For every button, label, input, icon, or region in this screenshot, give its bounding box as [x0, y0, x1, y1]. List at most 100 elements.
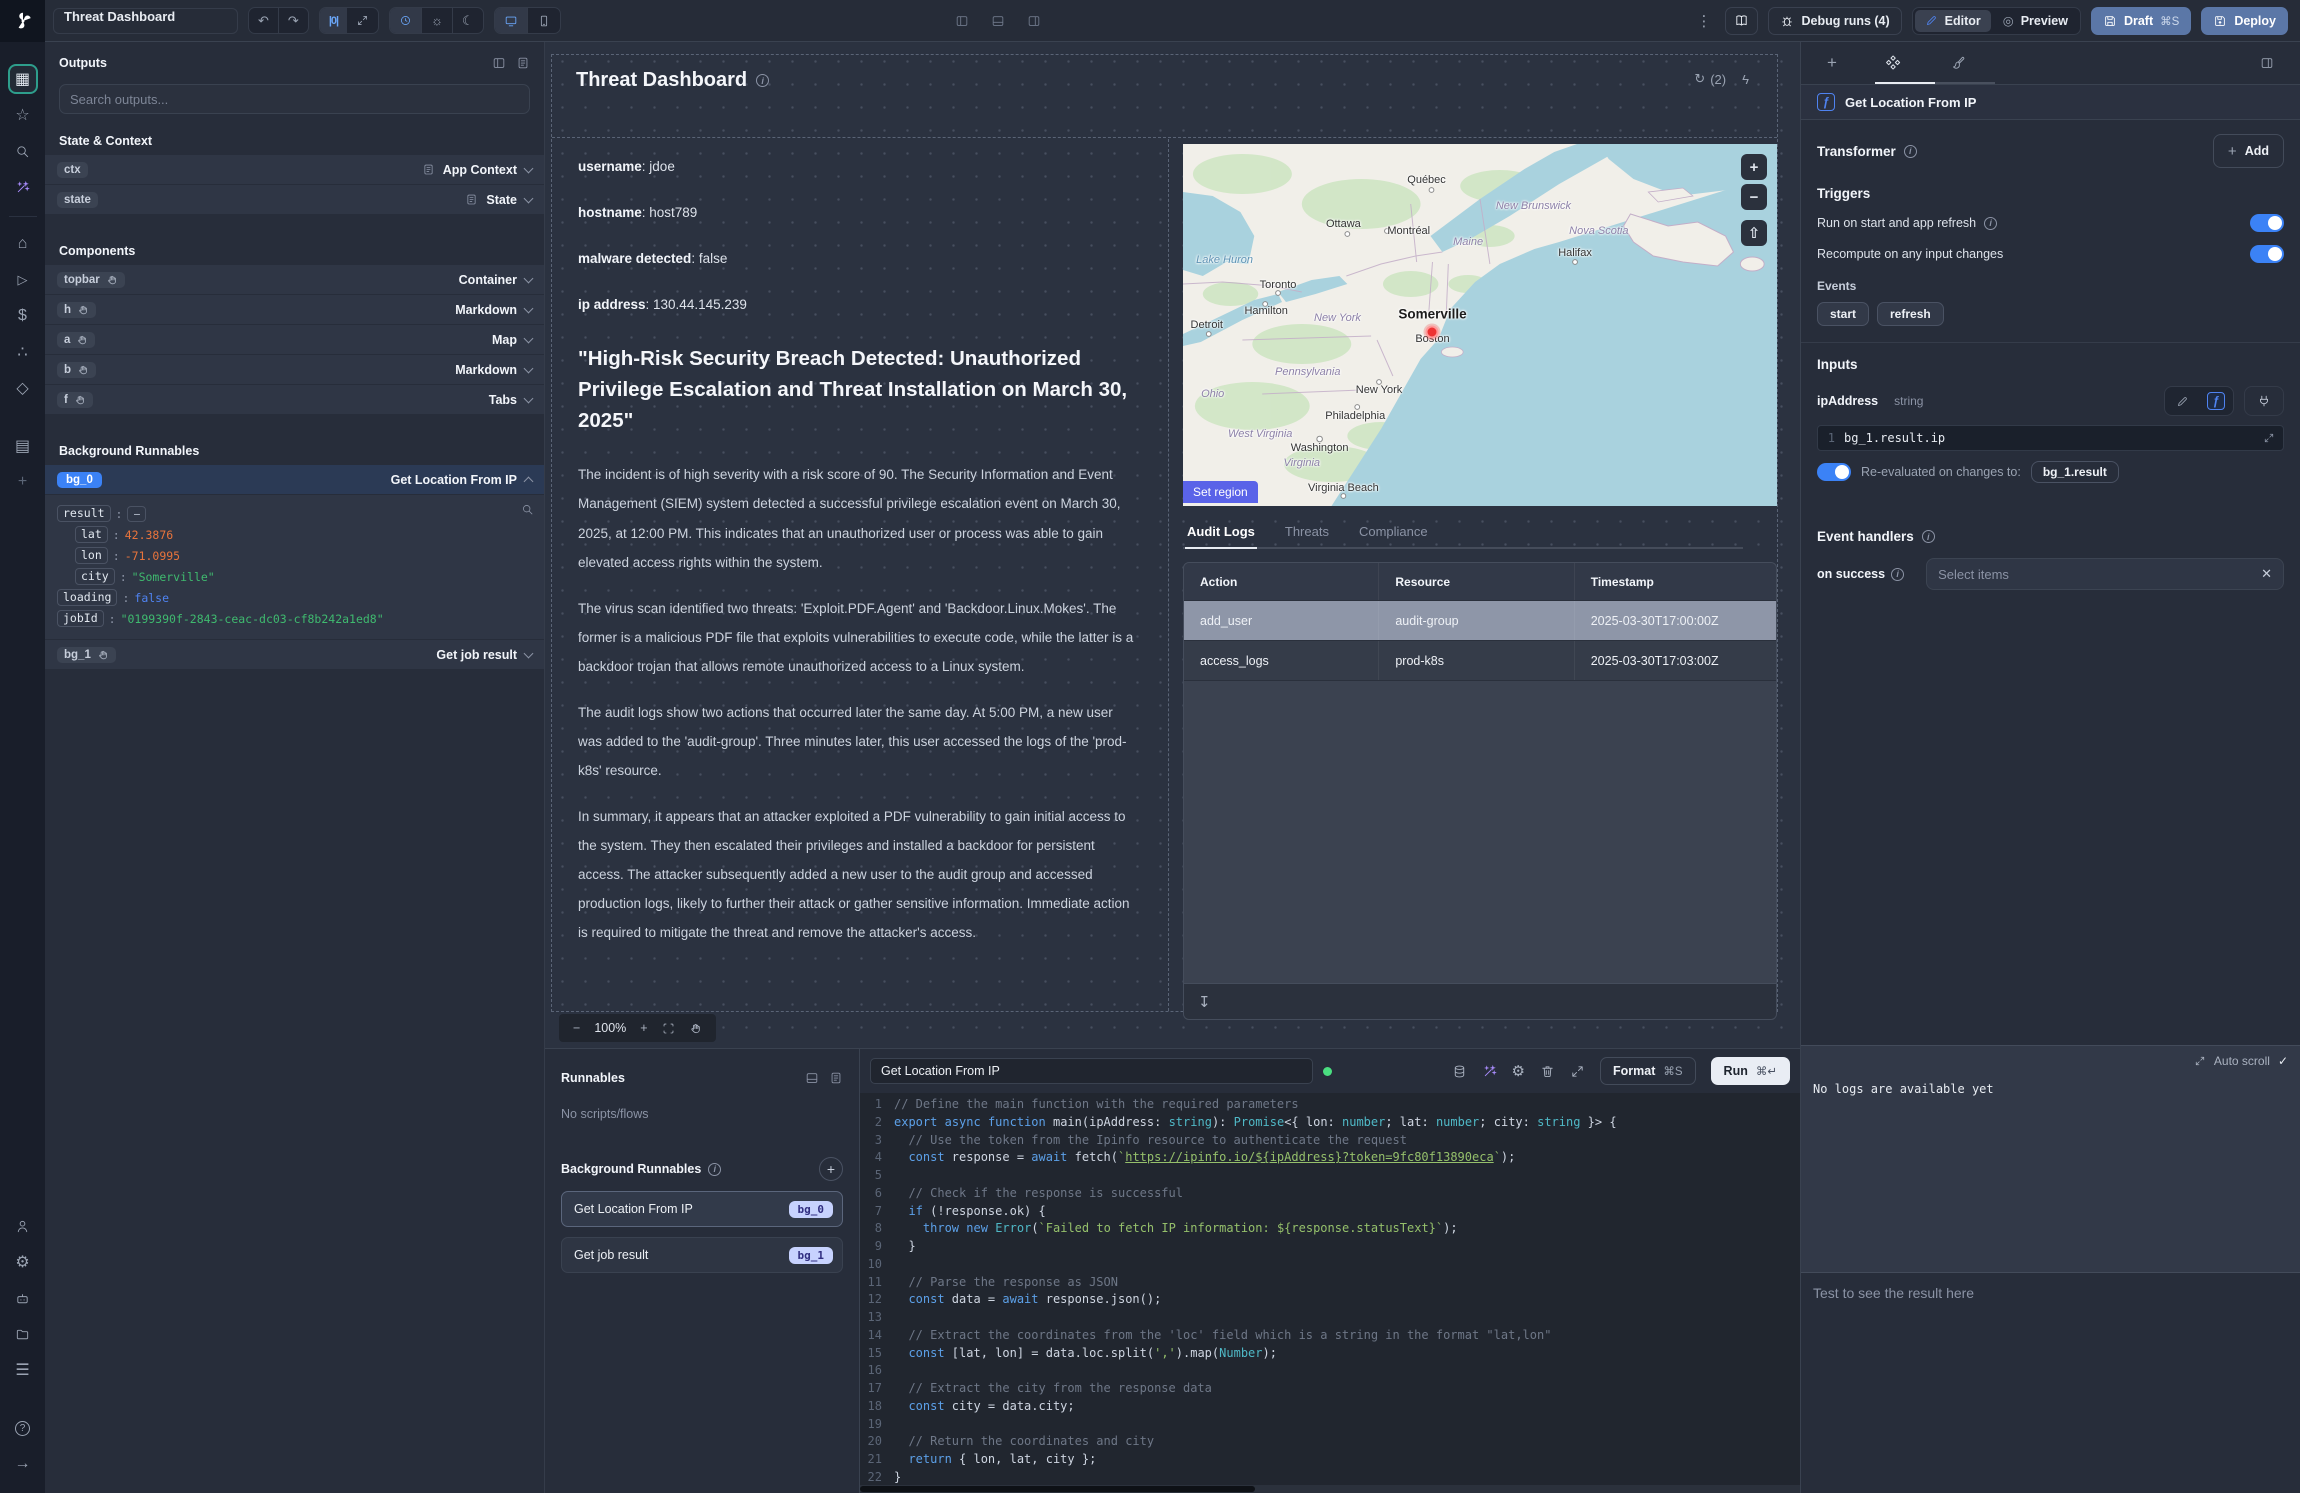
component-settings-tab[interactable] — [1885, 42, 1901, 84]
event-chip-start[interactable]: start — [1817, 302, 1869, 326]
code-area[interactable]: 1// Define the main function with the re… — [860, 1093, 1800, 1493]
runs-nav-item[interactable]: ▷ — [8, 265, 38, 295]
theme-light-button[interactable]: ☼ — [422, 8, 453, 33]
search-nav-item[interactable] — [8, 136, 38, 166]
code-line-17[interactable]: 17 // Extract the city from the response… — [860, 1381, 1800, 1399]
add-nav-item[interactable]: + — [8, 467, 38, 497]
expand-editor-icon[interactable] — [1570, 1064, 1585, 1079]
deploy-button[interactable]: Deploy — [2201, 7, 2288, 35]
align-button[interactable]: |0| — [320, 8, 347, 33]
code-line-12[interactable]: 12 const data = await response.json(); — [860, 1292, 1800, 1310]
collapse-rail-button[interactable]: → — [8, 1449, 38, 1479]
format-button[interactable]: Format ⌘S — [1600, 1057, 1696, 1085]
editor-tab-name[interactable]: Get Location From IP — [870, 1058, 1313, 1084]
connect-input-button[interactable] — [2244, 386, 2284, 416]
code-line-15[interactable]: 15 const [lat, lon] = data.loc.split(','… — [860, 1346, 1800, 1364]
redo-button[interactable]: ↷ — [279, 8, 308, 33]
panel-bottom-toggle-icon[interactable] — [991, 14, 1005, 28]
draft-button[interactable]: Draft ⌘S — [2091, 7, 2191, 35]
tab-audit-logs[interactable]: Audit Logs — [1185, 518, 1257, 549]
panel-left-toggle-icon[interactable] — [955, 14, 969, 28]
app-canvas[interactable]: Threat Dashboard i ↻(2) ϟ username: jdoe… — [545, 42, 1800, 1048]
component-row-h[interactable]: hMarkdown — [45, 294, 544, 324]
schedule-icon[interactable]: ϟ — [1742, 72, 1749, 87]
result-tree-lon[interactable]: lon:-71.0995 — [57, 545, 532, 566]
more-menu-button[interactable]: ⋮ — [1692, 12, 1715, 30]
table-row[interactable]: access_logsprod-k8s2025-03-30T17:03:00Z — [1184, 641, 1776, 681]
code-line-7[interactable]: 7 if (!response.ok) { — [860, 1204, 1800, 1222]
component-row-a[interactable]: aMap — [45, 324, 544, 354]
panel-collapse-icon[interactable] — [492, 56, 506, 70]
state-row-ctx[interactable]: ctxApp Context — [45, 154, 544, 184]
theme-dark-button[interactable]: ☾ — [453, 8, 483, 33]
ip-address-expression-input[interactable]: 1 bg_1.result.ip — [1817, 425, 2284, 451]
delete-icon[interactable] — [1540, 1064, 1555, 1079]
code-line-14[interactable]: 14 // Extract the coordinates from the '… — [860, 1328, 1800, 1346]
bg1-output-row[interactable]: bg_1 Get job result — [45, 639, 544, 669]
tab-threats[interactable]: Threats — [1283, 518, 1331, 549]
add-transformer-button[interactable]: +Add — [2213, 134, 2284, 168]
code-line-9[interactable]: 9 } — [860, 1239, 1800, 1257]
undo-button[interactable]: ↶ — [249, 8, 279, 33]
on-success-select[interactable]: Select items ✕ — [1926, 558, 2284, 590]
panel-right-toggle-icon[interactable] — [1027, 14, 1041, 28]
settings-nav-item[interactable]: ⚙ — [8, 1247, 38, 1277]
column-header-action[interactable]: Action — [1184, 563, 1379, 600]
map-component[interactable]: QuébecOttawaMontréalNew BrunswickNova Sc… — [1183, 144, 1777, 506]
calendar-nav-item[interactable]: ▤ — [8, 431, 38, 461]
code-line-6[interactable]: 6 // Check if the response is successful — [860, 1186, 1800, 1204]
code-line-3[interactable]: 3 // Use the token from the Ipinfo resou… — [860, 1133, 1800, 1151]
doc-icon[interactable] — [829, 1071, 843, 1085]
run-on-start-toggle[interactable] — [2250, 214, 2284, 232]
table-row[interactable]: add_useraudit-group2025-03-30T17:00:00Z — [1184, 601, 1776, 641]
doc-icon[interactable] — [516, 56, 530, 70]
code-line-1[interactable]: 1// Define the main function with the re… — [860, 1097, 1800, 1115]
zoom-out-button[interactable]: − — [573, 1021, 580, 1035]
search-result-icon[interactable] — [521, 503, 534, 516]
logs-nav-item[interactable]: ☰ — [8, 1355, 38, 1385]
code-line-18[interactable]: 18 const city = data.city; — [860, 1399, 1800, 1417]
result-tree-result[interactable]: result:− — [57, 503, 532, 524]
clear-select-icon[interactable]: ✕ — [2261, 566, 2272, 582]
table-download-button[interactable]: ↧ — [1198, 993, 1211, 1011]
code-line-4[interactable]: 4 const response = await fetch(`https://… — [860, 1150, 1800, 1168]
bg0-output-row[interactable]: bg_0 Get Location From IP — [45, 464, 544, 494]
editor-tab[interactable]: Editor — [1915, 10, 1991, 32]
expand-input-icon[interactable] — [2263, 432, 2275, 444]
column-header-timestamp[interactable]: Timestamp — [1575, 563, 1776, 600]
horizontal-scrollbar[interactable] — [860, 1485, 1800, 1493]
map-locate-button[interactable]: ⇧ — [1741, 220, 1767, 246]
column-header-resource[interactable]: Resource — [1379, 563, 1574, 600]
code-line-10[interactable]: 10 — [860, 1257, 1800, 1275]
resources-nav-item[interactable]: ∴ — [8, 337, 38, 367]
ai-assist-icon[interactable] — [1482, 1064, 1497, 1079]
styling-tab[interactable] — [1949, 42, 1965, 84]
code-line-11[interactable]: 11 // Parse the response as JSON — [860, 1275, 1800, 1293]
apps-nav-item[interactable]: ▦ — [8, 64, 38, 94]
component-row-f[interactable]: fTabs — [45, 384, 544, 414]
pan-hand-icon[interactable] — [689, 1022, 702, 1035]
workers-nav-item[interactable] — [8, 1283, 38, 1313]
add-runnable-button[interactable]: + — [819, 1157, 843, 1181]
theme-auto-button[interactable] — [390, 8, 422, 33]
users-nav-item[interactable] — [8, 1211, 38, 1241]
app-refresh-button[interactable]: ↻(2) — [1694, 71, 1726, 87]
insert-component-tab[interactable]: + — [1827, 42, 1837, 84]
markdown-component[interactable]: username: jdoehostname: host789malware d… — [552, 139, 1169, 1011]
app-title-input[interactable]: Threat Dashboard — [53, 8, 238, 34]
run-button[interactable]: Run ⌘↵ — [1711, 1057, 1790, 1085]
runnable-item-bg_1[interactable]: Get job resultbg_1 — [561, 1237, 843, 1273]
help-nav-item[interactable]: ? — [8, 1413, 38, 1443]
docs-button[interactable] — [1725, 7, 1758, 35]
reeval-toggle[interactable] — [1817, 463, 1851, 481]
outputs-search-input[interactable]: Search outputs... — [59, 84, 530, 114]
app-logo[interactable] — [0, 0, 45, 42]
component-row-topbar[interactable]: topbarContainer — [45, 264, 544, 294]
editor-settings-icon[interactable]: ⚙ — [1512, 1062, 1525, 1080]
folders-nav-item[interactable] — [8, 1319, 38, 1349]
favorites-nav-item[interactable]: ☆ — [8, 100, 38, 130]
variables-nav-item[interactable]: $ — [8, 301, 38, 331]
desktop-view-button[interactable] — [495, 8, 528, 33]
result-tree-lat[interactable]: lat:42.3876 — [57, 524, 532, 545]
code-line-16[interactable]: 16 — [860, 1363, 1800, 1381]
